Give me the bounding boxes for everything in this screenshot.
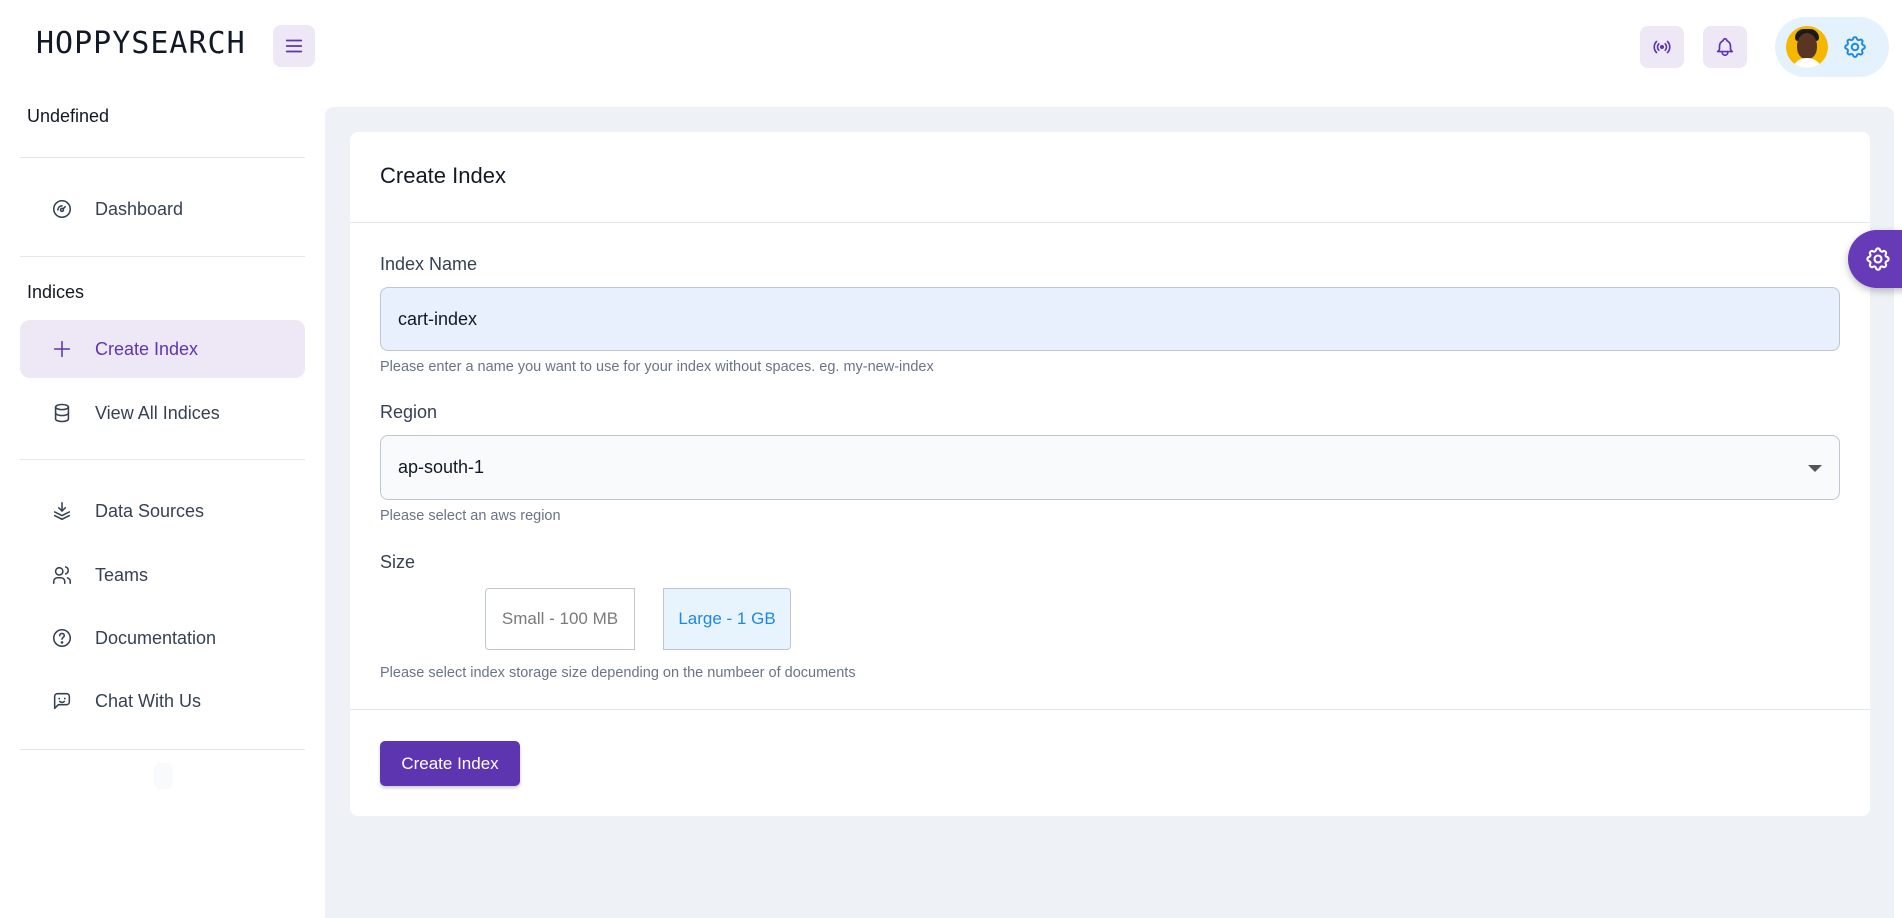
sidebar-item-create-index[interactable]: Create Index (20, 320, 305, 378)
sidebar-item-documentation[interactable]: Documentation (20, 609, 305, 667)
plus-icon (50, 337, 74, 361)
profile-menu[interactable] (1775, 17, 1889, 77)
card-divider (350, 222, 1870, 223)
region-value: ap-south-1 (398, 457, 485, 477)
broadcast-icon (1653, 40, 1671, 54)
sidebar-scroll-handle[interactable] (153, 762, 173, 790)
sidebar-item-chat-with-us[interactable]: Chat With Us (20, 672, 305, 730)
card-divider (350, 709, 1870, 710)
size-helper: Please select index storage size dependi… (380, 665, 856, 681)
users-icon (50, 563, 74, 587)
index-name-value: cart-index (398, 308, 478, 329)
sidebar-divider (20, 157, 305, 158)
layers-icon (50, 499, 74, 523)
size-option-large[interactable]: Large - 1 GB (663, 588, 791, 650)
bell-icon (1716, 37, 1734, 57)
sidebar-divider (20, 749, 305, 750)
chat-icon (50, 689, 74, 713)
sidebar-item-label: Teams (95, 564, 149, 585)
top-header: HOPPYSEARCH (0, 0, 1902, 92)
gear-icon[interactable] (1842, 34, 1868, 60)
sidebar-item-label: Data Sources (95, 500, 205, 521)
org-label: Undefined (27, 106, 110, 126)
sidebar-item-label: Dashboard (95, 198, 184, 219)
region-label: Region (380, 402, 438, 422)
chevron-down-icon (1808, 465, 1822, 472)
sidebar-item-label: Chat With Us (95, 690, 202, 711)
help-circle-icon (50, 626, 74, 650)
menu-icon (285, 39, 303, 53)
sidebar-item-dashboard[interactable]: Dashboard (20, 180, 305, 238)
region-helper: Please select an aws region (380, 508, 561, 524)
create-index-card: Create Index Index Name cart-index Pleas… (350, 132, 1870, 816)
sidebar-item-label: View All Indices (95, 402, 220, 423)
menu-toggle-button[interactable] (273, 25, 315, 67)
sidebar-divider (20, 459, 305, 460)
dashboard-icon (50, 197, 74, 221)
size-label: Size (380, 552, 416, 572)
floating-settings-button[interactable] (1848, 230, 1902, 288)
notifications-button[interactable] (1703, 26, 1747, 68)
sidebar-divider (20, 256, 305, 257)
index-name-input[interactable]: cart-index (380, 287, 1840, 351)
page-title: Create Index (380, 163, 506, 188)
sidebar: Undefined Dashboard Indices Create Index… (0, 92, 325, 918)
create-index-button[interactable]: Create Index (380, 741, 520, 786)
sidebar-item-view-all-indices[interactable]: View All Indices (20, 384, 305, 442)
sidebar-item-label: Documentation (95, 627, 217, 648)
indices-heading: Indices (27, 282, 85, 302)
sidebar-item-teams[interactable]: Teams (20, 546, 305, 604)
gear-icon (1866, 247, 1890, 271)
main-content: Create Index Index Name cart-index Pleas… (325, 107, 1894, 918)
index-name-label: Index Name (380, 254, 478, 274)
size-option-small[interactable]: Small - 100 MB (485, 588, 635, 650)
sidebar-item-label: Create Index (95, 338, 199, 359)
avatar[interactable] (1786, 26, 1828, 68)
app-logo[interactable]: HOPPYSEARCH (36, 26, 246, 61)
sidebar-item-data-sources[interactable]: Data Sources (20, 482, 305, 540)
region-select[interactable]: ap-south-1 (380, 435, 1840, 500)
index-name-helper: Please enter a name you want to use for … (380, 359, 934, 375)
broadcast-button[interactable] (1640, 26, 1684, 68)
database-icon (50, 401, 74, 425)
